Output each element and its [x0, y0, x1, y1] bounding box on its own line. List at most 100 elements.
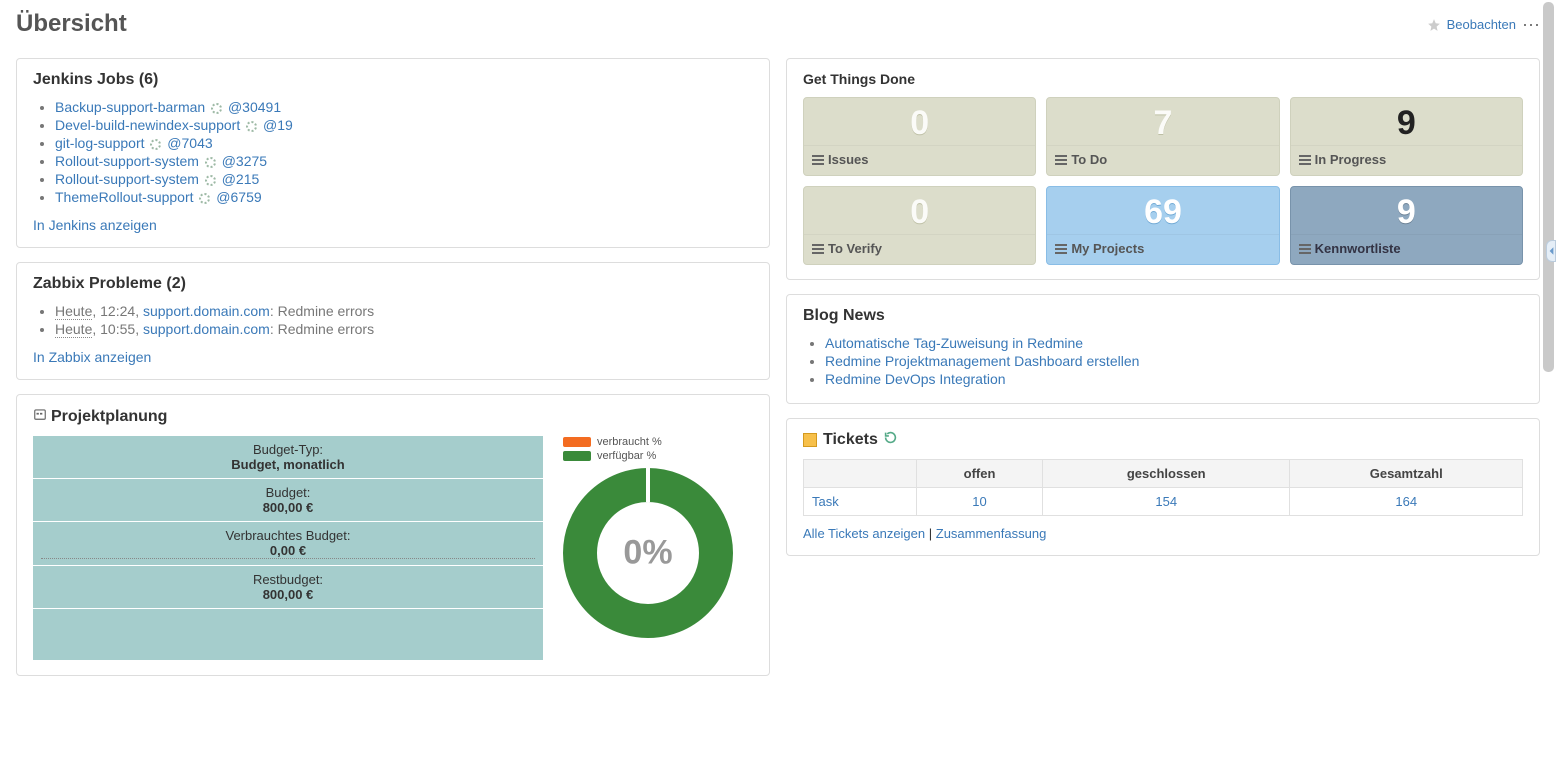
legend-used: verbraucht % [563, 436, 753, 448]
gtd-label: In Progress [1315, 152, 1387, 167]
list-item: Rollout-support-system @215 [55, 171, 753, 187]
list-item: Redmine Projektmanagement Dashboard erst… [825, 353, 1523, 369]
list-item: Heute, 10:55, support.domain.com: Redmin… [55, 321, 753, 337]
budget-label: Restbudget: [41, 572, 535, 587]
tickets-panel: Tickets offen geschlossen Gesamtzahl Tas… [786, 418, 1540, 556]
spinner-icon [199, 193, 210, 204]
jenkins-title: Jenkins Jobs (6) [33, 71, 753, 89]
jenkins-build-link[interactable]: @19 [263, 117, 293, 133]
budget-value: 800,00 € [41, 587, 535, 602]
gtd-label: Issues [828, 152, 868, 167]
zabbix-day: Heute [55, 321, 92, 338]
jenkins-build-link[interactable]: @30491 [228, 99, 281, 115]
list-item: Backup-support-barman @30491 [55, 99, 753, 115]
jenkins-job-link[interactable]: git-log-support [55, 135, 145, 151]
planning-title-row: Projektplanung [33, 407, 753, 426]
budget-chart-column: verbraucht % verfügbar % 0% [563, 436, 753, 638]
gtd-label: To Verify [828, 241, 882, 256]
jenkins-build-link[interactable]: @215 [222, 171, 260, 187]
spinner-icon [246, 121, 257, 132]
donut-chart: 0% [563, 468, 733, 638]
budget-value: 800,00 € [41, 500, 535, 515]
list-icon [1055, 244, 1067, 254]
gtd-number: 7 [1047, 98, 1278, 145]
watch-link[interactable]: Beobachten [1447, 17, 1516, 32]
donut-center-label: 0% [623, 534, 672, 573]
tickets-summary-link[interactable]: Zusammenfassung [936, 526, 1047, 541]
gtd-title: Get Things Done [803, 71, 1523, 87]
tickets-title: Tickets [823, 431, 878, 449]
tickets-title-row: Tickets [803, 431, 1523, 449]
jenkins-job-link[interactable]: Rollout-support-system [55, 153, 199, 169]
planning-title: Projektplanung [51, 408, 167, 426]
table-row: Restbudget:800,00 € [33, 566, 543, 609]
page-title: Übersicht [16, 10, 127, 38]
tickets-table: offen geschlossen Gesamtzahl Task1015416… [803, 459, 1523, 516]
blog-panel: Blog News Automatische Tag-Zuweisung in … [786, 294, 1540, 404]
gtd-card[interactable]: 0 Issues [803, 97, 1036, 176]
list-item: Redmine DevOps Integration [825, 371, 1523, 387]
tickets-closed-link[interactable]: 154 [1155, 494, 1177, 509]
gtd-number: 0 [804, 187, 1035, 234]
gtd-card[interactable]: 9 In Progress [1290, 97, 1523, 176]
jenkins-job-link[interactable]: ThemeRollout-support [55, 189, 194, 205]
zabbix-panel: Zabbix Probleme (2) Heute, 12:24, suppor… [16, 262, 770, 380]
swatch-orange-icon [563, 437, 591, 447]
budget-label: Budget-Typ: [41, 442, 535, 457]
blog-link[interactable]: Redmine Projektmanagement Dashboard erst… [825, 353, 1139, 369]
gtd-card[interactable]: 9Kennwortliste [1290, 186, 1523, 265]
jenkins-build-link[interactable]: @6759 [216, 189, 261, 205]
col-open: offen [917, 460, 1043, 488]
zabbix-time: 12:24 [100, 303, 135, 319]
jenkins-footer-link[interactable]: In Jenkins anzeigen [33, 217, 157, 233]
budget-value: Budget, monatlich [41, 457, 535, 472]
star-icon[interactable] [1427, 16, 1441, 32]
list-item: ThemeRollout-support @6759 [55, 189, 753, 205]
zabbix-host-link[interactable]: support.domain.com [143, 321, 270, 337]
list-item: Rollout-support-system @3275 [55, 153, 753, 169]
separator: | [929, 526, 936, 541]
tracker-link[interactable]: Task [812, 494, 839, 509]
spinner-icon [150, 139, 161, 150]
zabbix-footer-link[interactable]: In Zabbix anzeigen [33, 349, 151, 365]
gtd-panel: Get Things Done 0 Issues 7To Do 9 In Progres… [786, 58, 1540, 280]
col-blank [804, 460, 917, 488]
blog-link[interactable]: Automatische Tag-Zuweisung in Redmine [825, 335, 1083, 351]
jenkins-build-link[interactable]: @7043 [167, 135, 212, 151]
planning-panel: Projektplanung Budget-Typ:Budget, monatl… [16, 394, 770, 676]
list-icon [812, 244, 824, 254]
table-row: Task 10 154 164 [804, 488, 1523, 516]
list-icon [812, 155, 824, 165]
side-handle-icon[interactable] [1546, 240, 1556, 262]
list-icon [1299, 155, 1311, 165]
jenkins-job-link[interactable]: Devel-build-newindex-support [55, 117, 240, 133]
gtd-card[interactable]: 0 To Verify [803, 186, 1036, 265]
table-row: Budget:800,00 € [33, 479, 543, 522]
zabbix-host-link[interactable]: support.domain.com [143, 303, 270, 319]
budget-table: Budget-Typ:Budget, monatlich Budget:800,0… [33, 436, 543, 661]
zabbix-list: Heute, 12:24, support.domain.com: Redmin… [33, 303, 753, 337]
jenkins-job-link[interactable]: Backup-support-barman [55, 99, 205, 115]
jenkins-build-link[interactable]: @3275 [222, 153, 267, 169]
blog-link[interactable]: Redmine DevOps Integration [825, 371, 1006, 387]
spinner-icon [205, 175, 216, 186]
gtd-label: My Projects [1071, 241, 1144, 256]
tickets-total-link[interactable]: 164 [1395, 494, 1417, 509]
tickets-open-link[interactable]: 10 [972, 494, 986, 509]
jenkins-job-link[interactable]: Rollout-support-system [55, 171, 199, 187]
legend-avail-label: verfügbar % [597, 450, 656, 462]
blog-list: Automatische Tag-Zuweisung in Redmine Red… [803, 335, 1523, 387]
more-icon[interactable]: ··· [1522, 14, 1540, 35]
tickets-refresh-icon[interactable] [884, 431, 897, 449]
gtd-number: 69 [1047, 187, 1278, 234]
spinner-icon [211, 103, 222, 114]
swatch-green-icon [563, 451, 591, 461]
table-row [33, 609, 543, 661]
gtd-card[interactable]: 7To Do [1046, 97, 1279, 176]
tickets-all-link[interactable]: Alle Tickets anzeigen [803, 526, 925, 541]
left-column: Jenkins Jobs (6) Backup-support-barman @… [16, 58, 770, 676]
scrollbar[interactable] [1543, 2, 1554, 372]
gtd-card[interactable]: 69 My Projects [1046, 186, 1279, 265]
gtd-number: 9 [1291, 98, 1522, 145]
gtd-number: 0 [804, 98, 1035, 145]
